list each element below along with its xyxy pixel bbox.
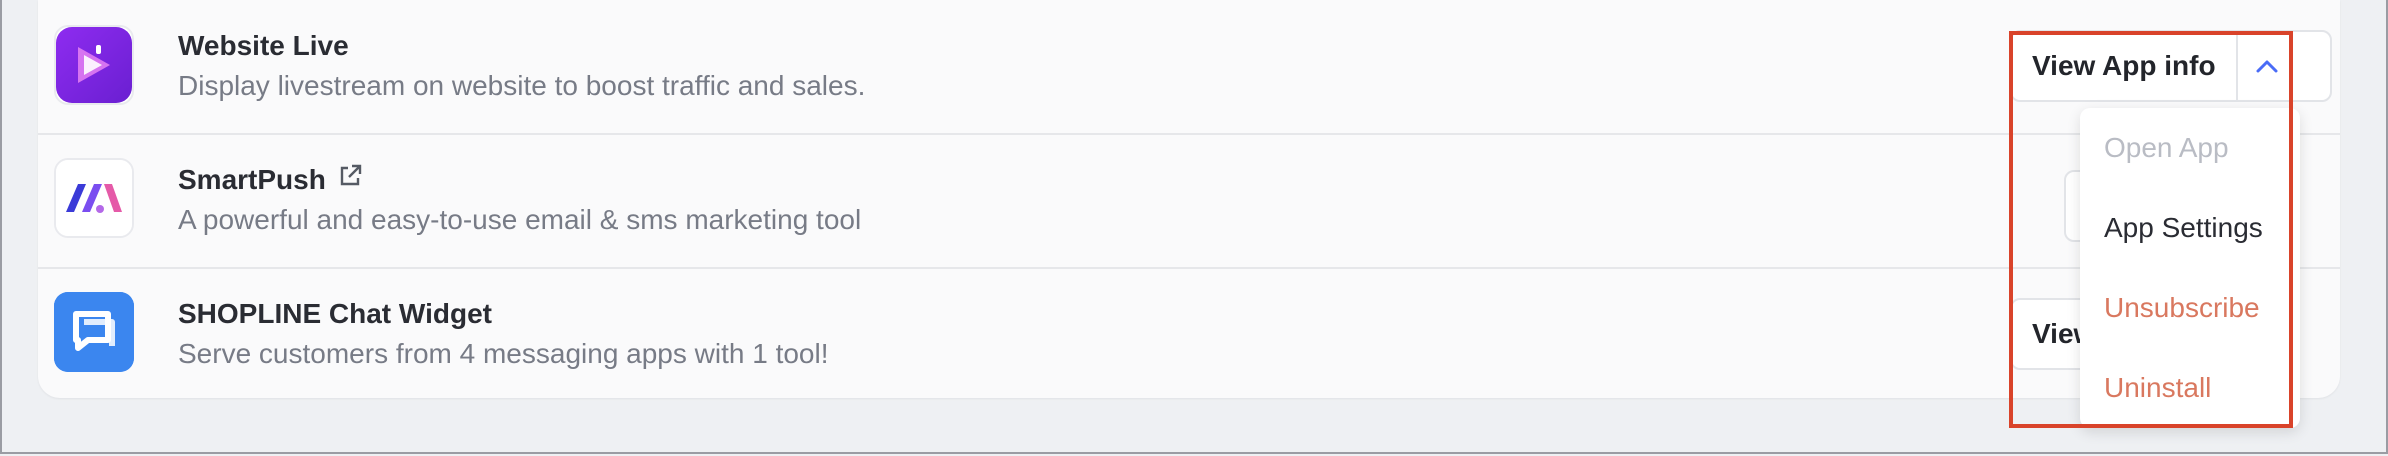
smartpush-logo xyxy=(54,158,134,238)
chat-widget-logo xyxy=(54,292,134,372)
website-live-logo xyxy=(54,25,134,105)
app-description: Display livestream on website to boost t… xyxy=(178,70,866,101)
app-row-smartpush: SmartPush A powerful and easy-to-use ema… xyxy=(38,134,2340,269)
app-title: SmartPush xyxy=(178,162,364,197)
apps-card: Website Live Display livestream on websi… xyxy=(38,0,2340,398)
app-description: Serve customers from 4 messaging apps wi… xyxy=(178,338,829,369)
app-title: SHOPLINE Chat Widget xyxy=(178,298,492,329)
app-row-website-live: Website Live Display livestream on websi… xyxy=(38,0,2340,135)
app-title: Website Live xyxy=(178,30,349,61)
highlight-box xyxy=(2009,31,2293,428)
app-description: A powerful and easy-to-use email & sms m… xyxy=(178,204,862,235)
external-link-icon[interactable] xyxy=(336,162,364,197)
app-row-chat-widget: SHOPLINE Chat Widget Serve customers fro… xyxy=(38,268,2340,401)
